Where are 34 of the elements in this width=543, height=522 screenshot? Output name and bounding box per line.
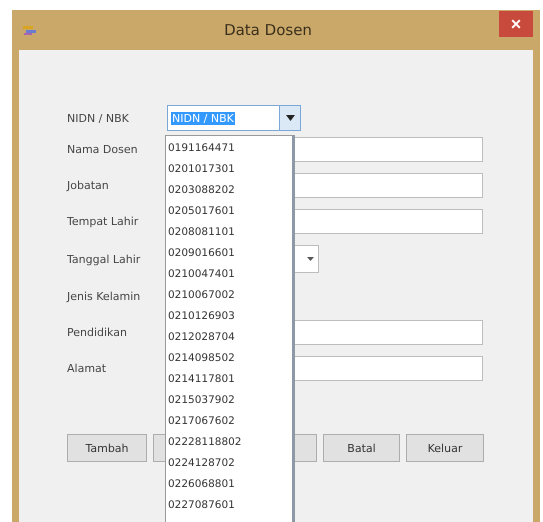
- field-label: Tempat Lahir: [67, 215, 140, 228]
- dropdown-item[interactable]: 02228118802: [166, 432, 292, 453]
- field-label: Pendidikan: [67, 326, 128, 338]
- dropdown-item[interactable]: 0227087601: [166, 495, 292, 516]
- dropdown-item[interactable]: 0208081101: [166, 222, 292, 243]
- dropdown-item[interactable]: 0210126903: [166, 306, 292, 327]
- dropdown-item[interactable]: 0203088202: [166, 180, 292, 201]
- dropdown-item[interactable]: 0210047401: [166, 264, 292, 285]
- dropdown-item[interactable]: 0215037902: [166, 390, 292, 411]
- field-label: Tanggal Lahir: [67, 252, 142, 266]
- dropdown-item[interactable]: 0205017601: [166, 201, 292, 222]
- dropdown-item[interactable]: 0201017301: [166, 159, 292, 180]
- dialog-button[interactable]: Batal: [323, 434, 400, 462]
- dropdown-item[interactable]: 0210067002: [166, 285, 292, 306]
- dropdown-item[interactable]: 0212028704: [166, 327, 292, 348]
- combo-value: NIDN / NBK: [171, 112, 235, 124]
- dropdown-item[interactable]: 0191164471: [166, 138, 292, 159]
- field-label: Jenis Kelamin: [67, 290, 142, 302]
- caret-icon: [307, 257, 314, 261]
- dropdown-item[interactable]: 0214117801: [166, 369, 292, 390]
- field-label: Nama Dosen: [67, 142, 139, 156]
- dropdown-item[interactable]: 0209016601: [166, 243, 292, 264]
- dropdown-item[interactable]: 0226068801: [166, 474, 292, 495]
- field-label: NIDN / NBK: [67, 112, 130, 124]
- window-title: Data Dosen: [223, 21, 313, 39]
- close-button[interactable]: ×: [499, 11, 533, 37]
- dropdown-item[interactable]: 0217067602: [166, 411, 292, 432]
- dialog-button[interactable]: Tambah: [67, 434, 147, 462]
- field-label: Jobatan: [67, 178, 110, 192]
- app-icon: [23, 24, 37, 36]
- dialog-button[interactable]: Keluar: [406, 434, 484, 462]
- field-label: Alamat: [67, 362, 108, 374]
- dropdown-item[interactable]: 0214098502: [166, 348, 292, 369]
- dropdown-item[interactable]: 0224128702: [166, 453, 292, 474]
